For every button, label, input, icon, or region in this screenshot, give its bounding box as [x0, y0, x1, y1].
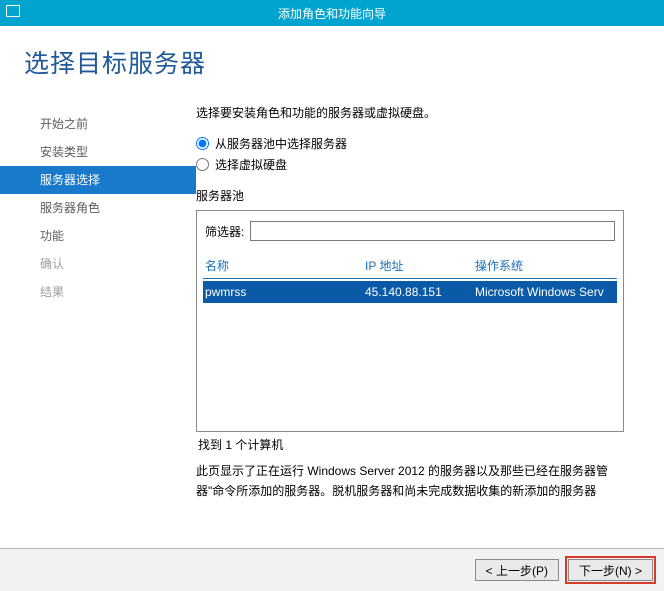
wizard-footer: < 上一步(P) 下一步(N) > — [0, 548, 664, 591]
table-body: pwmrss 45.140.88.151 Microsoft Windows S… — [203, 281, 617, 431]
table-divider — [203, 278, 617, 279]
th-os[interactable]: 操作系统 — [475, 257, 617, 274]
sidebar-item-server-roles[interactable]: 服务器角色 — [0, 194, 196, 222]
cell-name: pwmrss — [205, 285, 365, 299]
filter-row: 筛选器: — [197, 211, 623, 251]
wizard-body: 开始之前 安装类型 服务器选择 服务器角色 功能 确认 结果 选择要安装角色和功… — [0, 98, 664, 501]
th-name[interactable]: 名称 — [205, 257, 365, 274]
app-icon — [6, 5, 20, 17]
radio-row-vhd[interactable]: 选择虚拟硬盘 — [196, 156, 664, 173]
next-button[interactable]: 下一步(N) > — [568, 559, 653, 581]
cell-ip: 45.140.88.151 — [365, 285, 475, 299]
radio-row-server-pool[interactable]: 从服务器池中选择服务器 — [196, 135, 664, 152]
server-table: 名称 IP 地址 操作系统 pwmrss 45.140.88.151 Micro… — [197, 251, 623, 431]
wizard-main: 选择要安装角色和功能的服务器或虚拟硬盘。 从服务器池中选择服务器 选择虚拟硬盘 … — [196, 98, 664, 501]
description-line-2: 器"命令所添加的服务器。脱机服务器和尚未完成数据收集的新添加的服务器 — [196, 484, 596, 498]
page-title: 选择目标服务器 — [24, 44, 664, 80]
description-line-1: 此页显示了正在运行 Windows Server 2012 的服务器以及那些已经… — [196, 464, 608, 478]
found-count: 找到 1 个计算机 — [196, 436, 664, 453]
table-header: 名称 IP 地址 操作系统 — [203, 251, 617, 278]
radio-server-pool[interactable] — [196, 137, 209, 150]
server-pool-label: 服务器池 — [196, 187, 664, 204]
server-pool-box: 筛选器: 名称 IP 地址 操作系统 pwmrss 45.140.88.151 … — [196, 210, 624, 432]
radio-server-pool-label: 从服务器池中选择服务器 — [215, 135, 347, 152]
radio-vhd-label: 选择虚拟硬盘 — [215, 156, 287, 173]
sidebar-item-server-selection[interactable]: 服务器选择 — [0, 166, 196, 194]
intro-text: 选择要安装角色和功能的服务器或虚拟硬盘。 — [196, 104, 664, 121]
sidebar-item-results: 结果 — [0, 278, 196, 306]
table-row[interactable]: pwmrss 45.140.88.151 Microsoft Windows S… — [203, 281, 617, 303]
title-bar: 添加角色和功能向导 — [0, 0, 664, 26]
filter-label: 筛选器: — [205, 223, 244, 240]
wizard-sidebar: 开始之前 安装类型 服务器选择 服务器角色 功能 确认 结果 — [0, 98, 196, 306]
sidebar-item-confirmation: 确认 — [0, 250, 196, 278]
sidebar-item-before-you-begin[interactable]: 开始之前 — [0, 110, 196, 138]
sidebar-item-features[interactable]: 功能 — [0, 222, 196, 250]
radio-vhd[interactable] — [196, 158, 209, 171]
th-ip[interactable]: IP 地址 — [365, 257, 475, 274]
window-title: 添加角色和功能向导 — [278, 5, 386, 22]
sidebar-item-installation-type[interactable]: 安装类型 — [0, 138, 196, 166]
cell-os: Microsoft Windows Serv — [475, 285, 617, 299]
previous-button[interactable]: < 上一步(P) — [475, 559, 559, 581]
filter-input[interactable] — [250, 221, 615, 241]
next-button-highlight: 下一步(N) > — [565, 556, 656, 584]
description-text: 此页显示了正在运行 Windows Server 2012 的服务器以及那些已经… — [196, 461, 664, 501]
wizard-header: 选择目标服务器 — [0, 26, 664, 80]
